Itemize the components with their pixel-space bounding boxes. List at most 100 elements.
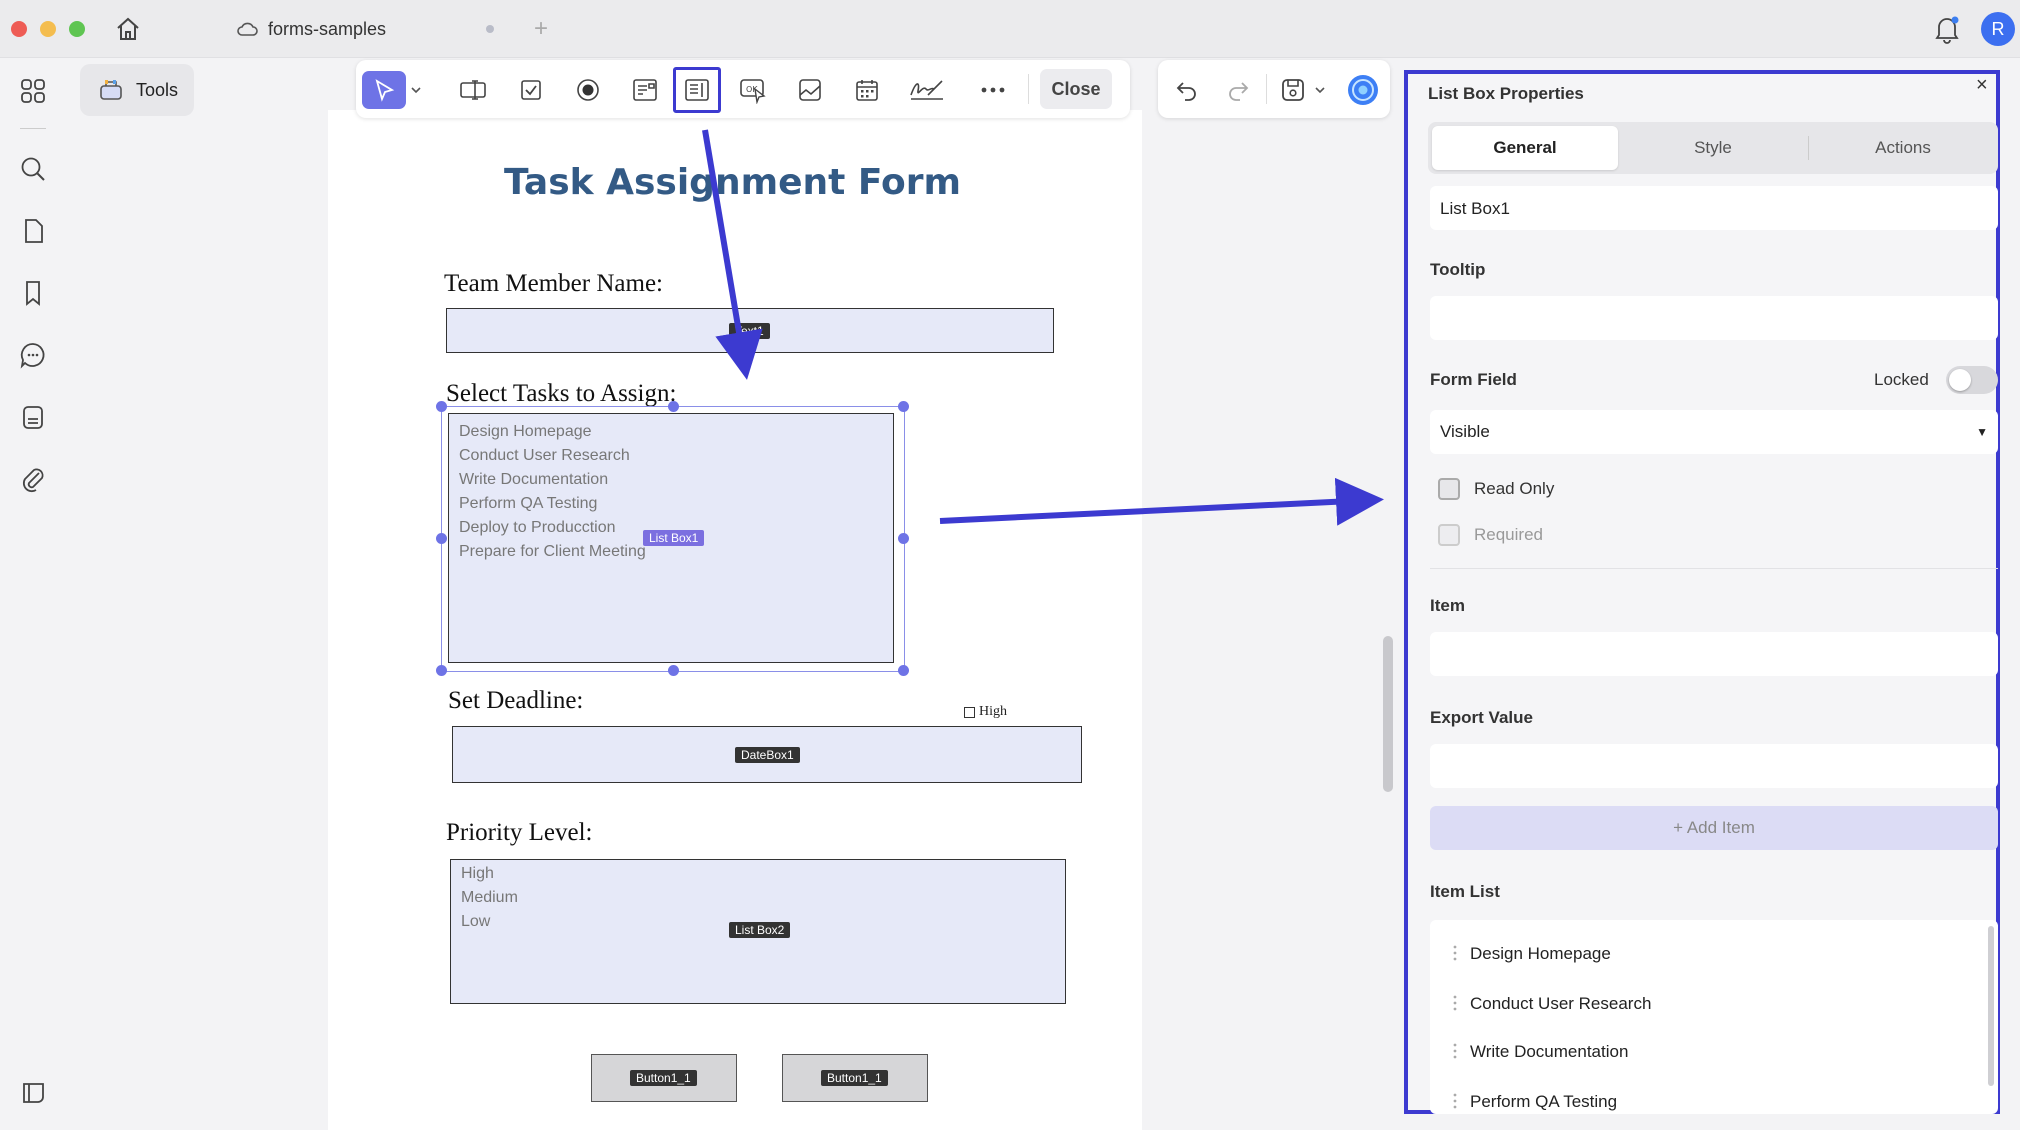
resize-handle[interactable] xyxy=(436,533,447,544)
save-dropdown[interactable] xyxy=(1310,71,1330,109)
visibility-value: Visible xyxy=(1440,422,1490,441)
required-checkbox[interactable] xyxy=(1438,524,1460,546)
tab-actions[interactable]: Actions xyxy=(1810,126,1996,170)
list-item[interactable]: Design Homepage xyxy=(1470,944,1611,964)
signature-tool[interactable] xyxy=(905,71,949,109)
item-input[interactable] xyxy=(1430,632,1998,676)
section-divider xyxy=(1430,568,1998,569)
button-tool[interactable]: OK xyxy=(734,71,772,109)
button1-tag: Button1_1 xyxy=(630,1070,697,1086)
search-icon[interactable] xyxy=(18,154,48,184)
new-tab-button[interactable]: + xyxy=(534,15,548,43)
list-item[interactable]: Write Documentation xyxy=(1470,1042,1628,1062)
redo-button[interactable] xyxy=(1219,71,1257,109)
thumbnails-icon[interactable] xyxy=(18,76,48,106)
list-item[interactable]: Conduct User Research xyxy=(1470,994,1651,1014)
form-title: Task Assignment Form xyxy=(504,162,961,203)
text-field-tool[interactable] xyxy=(454,71,492,109)
resize-handle[interactable] xyxy=(668,665,679,676)
undo-icon xyxy=(1175,79,1199,101)
calendar-icon xyxy=(854,77,880,103)
list-item[interactable]: Write Documentation xyxy=(459,468,883,492)
left-rail xyxy=(0,58,66,1130)
toolbar-divider xyxy=(1028,74,1029,104)
visibility-select[interactable]: Visible ▼ xyxy=(1430,410,1998,454)
drag-handle-icon[interactable] xyxy=(1452,1092,1458,1110)
team-member-text-field[interactable]: Text1 xyxy=(446,308,1054,353)
drag-handle-icon[interactable] xyxy=(1452,1042,1458,1060)
resize-handle[interactable] xyxy=(898,665,909,676)
comments-icon[interactable] xyxy=(18,340,48,370)
read-only-checkbox[interactable] xyxy=(1438,478,1460,500)
image-field-tool[interactable] xyxy=(791,71,829,109)
panel-close-button[interactable]: × xyxy=(1976,74,1988,97)
undo-button[interactable] xyxy=(1168,71,1206,109)
list-item[interactable]: Conduct User Research xyxy=(459,444,883,468)
list-box1-selection[interactable]: Design Homepage Conduct User Research Wr… xyxy=(436,401,909,676)
stamp-icon[interactable] xyxy=(18,402,48,432)
zoom-window-button[interactable] xyxy=(69,21,85,37)
list-box-properties-panel: List Box Properties × General Style Acti… xyxy=(1404,70,2000,1114)
resize-handle[interactable] xyxy=(898,401,909,412)
button2-tag: Button1_1 xyxy=(821,1070,888,1086)
close-window-button[interactable] xyxy=(11,21,27,37)
list-box1-tag: List Box1 xyxy=(643,530,705,546)
list-item[interactable]: Design Homepage xyxy=(459,420,883,444)
bookmark-icon[interactable] xyxy=(18,278,48,308)
tooltip-input[interactable] xyxy=(1430,296,1998,340)
signature-icon xyxy=(908,77,946,103)
locked-toggle[interactable] xyxy=(1946,366,1998,394)
item-list-scrollbar[interactable] xyxy=(1988,926,1994,1086)
drag-handle-icon[interactable] xyxy=(1452,944,1458,962)
cloud-icon xyxy=(236,21,258,37)
checkbox-tool[interactable] xyxy=(512,71,550,109)
resize-handle[interactable] xyxy=(898,533,909,544)
tab-style[interactable]: Style xyxy=(1620,126,1806,170)
select-tasks-label: Select Tasks to Assign: xyxy=(446,380,677,407)
ai-assistant-button[interactable] xyxy=(1344,71,1382,109)
list-item[interactable]: Medium xyxy=(461,886,1055,910)
secondary-toolbar xyxy=(1158,60,1390,118)
title-bar: forms-samples + R xyxy=(0,0,2020,58)
radio-button-tool[interactable] xyxy=(569,71,607,109)
list-item[interactable]: Perform QA Testing xyxy=(1470,1092,1617,1112)
select-tool-button[interactable] xyxy=(362,71,406,109)
combo-box-tool[interactable] xyxy=(626,71,664,109)
sidebar-toggle-icon[interactable] xyxy=(18,1078,48,1108)
list-item[interactable]: Perform QA Testing xyxy=(459,492,883,516)
read-only-label: Read Only xyxy=(1474,479,1555,498)
add-item-button[interactable]: + Add Item xyxy=(1430,806,1998,850)
attachment-icon[interactable] xyxy=(18,464,48,494)
resize-handle[interactable] xyxy=(436,665,447,676)
high-checkbox[interactable]: High xyxy=(964,704,1007,720)
field-name-input[interactable]: List Box1 xyxy=(1430,186,1998,230)
export-value-input[interactable] xyxy=(1430,744,1998,788)
minimize-window-button[interactable] xyxy=(40,21,56,37)
home-icon[interactable] xyxy=(114,15,142,43)
save-button[interactable] xyxy=(1274,71,1312,109)
notification-bell-icon[interactable] xyxy=(1934,14,1960,44)
list-box2[interactable]: High Medium Low List Box2 xyxy=(450,859,1066,1004)
document-tab[interactable]: forms-samples + xyxy=(236,15,548,43)
close-button[interactable]: Close xyxy=(1040,69,1112,109)
button-field-2[interactable]: Button1_1 xyxy=(782,1054,928,1102)
drag-handle-icon[interactable] xyxy=(1452,994,1458,1012)
checkbox-icon xyxy=(518,77,544,103)
resize-handle[interactable] xyxy=(436,401,447,412)
document-scrollbar[interactable] xyxy=(1383,636,1393,792)
pages-icon[interactable] xyxy=(18,216,48,246)
select-tool-dropdown[interactable] xyxy=(406,71,426,109)
list-box-tool[interactable] xyxy=(673,67,721,113)
more-tools-button[interactable] xyxy=(974,71,1012,109)
tools-button[interactable]: Tools xyxy=(80,64,194,116)
avatar[interactable]: R xyxy=(1981,12,2015,46)
date-field-tool[interactable] xyxy=(848,71,886,109)
checkbox-box[interactable] xyxy=(964,706,975,718)
deadline-date-field[interactable]: DateBox1 xyxy=(452,726,1082,783)
resize-handle[interactable] xyxy=(668,401,679,412)
save-icon xyxy=(1280,77,1306,103)
list-item[interactable]: High xyxy=(461,862,1055,886)
tab-general[interactable]: General xyxy=(1432,126,1618,170)
button-field-1[interactable]: Button1_1 xyxy=(591,1054,737,1102)
list-box1[interactable]: Design Homepage Conduct User Research Wr… xyxy=(448,413,894,663)
